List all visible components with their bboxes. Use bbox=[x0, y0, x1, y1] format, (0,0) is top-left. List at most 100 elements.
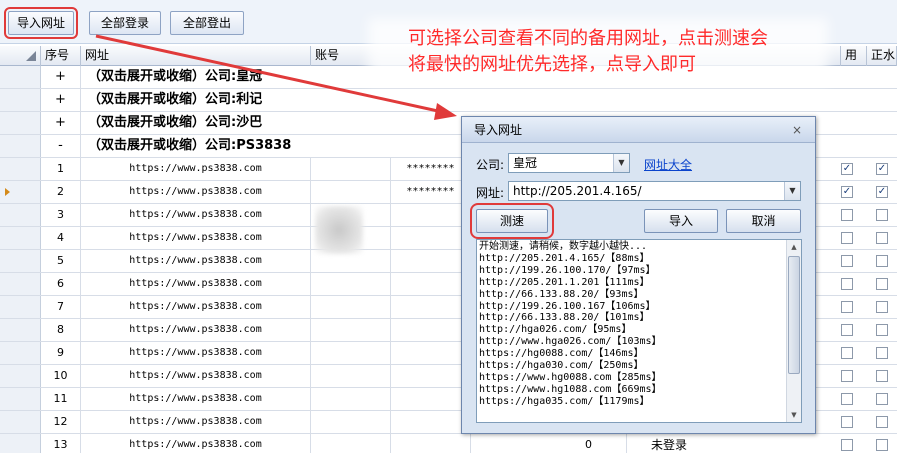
row-account[interactable] bbox=[311, 388, 391, 410]
row-url[interactable]: https://www.ps3838.com bbox=[81, 296, 311, 318]
row-url[interactable]: https://www.ps3838.com bbox=[81, 204, 311, 226]
row-selector[interactable] bbox=[0, 66, 41, 88]
row-password-cell[interactable] bbox=[391, 204, 471, 226]
row-password-cell[interactable] bbox=[391, 365, 471, 387]
use-checkbox[interactable] bbox=[841, 209, 853, 221]
log-scrollbar[interactable]: ▲ ▼ bbox=[786, 240, 801, 422]
row-selector[interactable] bbox=[0, 158, 41, 180]
row-selector[interactable] bbox=[0, 319, 41, 341]
stop-checkbox[interactable] bbox=[876, 209, 888, 221]
use-checkbox[interactable]: ✓ bbox=[841, 163, 853, 175]
chevron-down-icon[interactable]: ▼ bbox=[784, 182, 800, 200]
scroll-up-icon[interactable]: ▲ bbox=[787, 240, 801, 254]
header-stop[interactable]: 正水 bbox=[867, 46, 897, 66]
use-checkbox[interactable] bbox=[841, 439, 853, 451]
logout-all-button[interactable]: 全部登出 bbox=[170, 11, 244, 35]
use-checkbox[interactable] bbox=[841, 324, 853, 336]
row-account[interactable] bbox=[311, 434, 391, 453]
row-selector[interactable] bbox=[0, 411, 41, 433]
row-account[interactable] bbox=[311, 342, 391, 364]
stop-checkbox[interactable]: ✓ bbox=[876, 163, 888, 175]
use-checkbox[interactable]: ✓ bbox=[841, 186, 853, 198]
row-account[interactable] bbox=[311, 296, 391, 318]
row-password-cell[interactable] bbox=[391, 434, 471, 453]
stop-checkbox[interactable] bbox=[876, 278, 888, 290]
expand-toggle[interactable]: + bbox=[41, 89, 81, 111]
row-selector[interactable] bbox=[0, 434, 41, 453]
row-password-cell[interactable] bbox=[391, 342, 471, 364]
use-checkbox[interactable] bbox=[841, 278, 853, 290]
stop-checkbox[interactable] bbox=[876, 232, 888, 244]
cancel-button[interactable]: 取消 bbox=[726, 209, 801, 233]
row-url[interactable]: https://www.ps3838.com bbox=[81, 411, 311, 433]
row-selector[interactable] bbox=[0, 273, 41, 295]
url-directory-link[interactable]: 网址大全 bbox=[644, 156, 692, 173]
row-account[interactable] bbox=[311, 181, 391, 203]
row-account[interactable] bbox=[311, 319, 391, 341]
row-password-cell[interactable] bbox=[391, 227, 471, 249]
close-icon[interactable]: × bbox=[789, 122, 805, 138]
stop-checkbox[interactable] bbox=[876, 347, 888, 359]
row-account[interactable] bbox=[311, 158, 391, 180]
row-password-cell[interactable] bbox=[391, 250, 471, 272]
expand-toggle[interactable]: + bbox=[41, 112, 81, 134]
row-account[interactable] bbox=[311, 365, 391, 387]
row-url[interactable]: https://www.ps3838.com bbox=[81, 158, 311, 180]
row-password-cell[interactable] bbox=[391, 319, 471, 341]
row-selector[interactable] bbox=[0, 365, 41, 387]
group-row[interactable]: + （双击展开或收缩）公司:利记 bbox=[0, 89, 897, 112]
row-url[interactable]: https://www.ps3838.com bbox=[81, 250, 311, 272]
row-account[interactable] bbox=[311, 273, 391, 295]
import-url-button[interactable]: 导入网址 bbox=[4, 7, 78, 39]
speed-test-button[interactable]: 测速 bbox=[470, 203, 554, 239]
row-url[interactable]: https://www.ps3838.com bbox=[81, 273, 311, 295]
row-selector[interactable] bbox=[0, 250, 41, 272]
row-account[interactable] bbox=[311, 411, 391, 433]
row-url[interactable]: https://www.ps3838.com bbox=[81, 365, 311, 387]
row-selector[interactable] bbox=[0, 342, 41, 364]
use-checkbox[interactable] bbox=[841, 255, 853, 267]
row-selector[interactable] bbox=[0, 388, 41, 410]
stop-checkbox[interactable] bbox=[876, 439, 888, 451]
expand-toggle[interactable]: + bbox=[41, 66, 81, 88]
use-checkbox[interactable] bbox=[841, 393, 853, 405]
row-password-cell[interactable] bbox=[391, 296, 471, 318]
header-url[interactable]: 网址 bbox=[81, 46, 311, 66]
speed-test-log[interactable]: 开始测速，请稍候，数字越小越快... http://205.201.4.165/【… bbox=[476, 239, 802, 423]
use-checkbox[interactable] bbox=[841, 370, 853, 382]
table-row[interactable]: 13 https://www.ps3838.com 0 未登录 bbox=[0, 434, 897, 453]
use-checkbox[interactable] bbox=[841, 416, 853, 428]
row-url[interactable]: https://www.ps3838.com bbox=[81, 342, 311, 364]
row-password-cell[interactable] bbox=[391, 388, 471, 410]
import-button[interactable]: 导入 bbox=[644, 209, 718, 233]
row-selector[interactable] bbox=[0, 112, 41, 134]
row-url[interactable]: https://www.ps3838.com bbox=[81, 434, 311, 453]
row-selector[interactable] bbox=[0, 181, 41, 203]
company-select[interactable]: 皇冠 ▼ bbox=[508, 153, 630, 173]
stop-checkbox[interactable] bbox=[876, 324, 888, 336]
row-url[interactable]: https://www.ps3838.com bbox=[81, 388, 311, 410]
row-password-cell[interactable]: ******** bbox=[391, 158, 471, 180]
url-select[interactable]: http://205.201.4.165/ ▼ bbox=[508, 181, 801, 201]
use-checkbox[interactable] bbox=[841, 301, 853, 313]
stop-checkbox[interactable] bbox=[876, 393, 888, 405]
row-selector[interactable] bbox=[0, 296, 41, 318]
row-selector[interactable] bbox=[0, 227, 41, 249]
stop-checkbox[interactable] bbox=[876, 416, 888, 428]
row-selector[interactable] bbox=[0, 89, 41, 111]
row-password-cell[interactable] bbox=[391, 273, 471, 295]
login-all-button[interactable]: 全部登录 bbox=[89, 11, 161, 35]
row-url[interactable]: https://www.ps3838.com bbox=[81, 181, 311, 203]
row-selector[interactable] bbox=[0, 135, 41, 157]
use-checkbox[interactable] bbox=[841, 347, 853, 359]
row-url[interactable]: https://www.ps3838.com bbox=[81, 227, 311, 249]
scroll-down-icon[interactable]: ▼ bbox=[787, 408, 801, 422]
use-checkbox[interactable] bbox=[841, 232, 853, 244]
stop-checkbox[interactable] bbox=[876, 301, 888, 313]
scroll-thumb[interactable] bbox=[788, 256, 800, 374]
header-seq[interactable]: 序号 bbox=[41, 46, 81, 66]
chevron-down-icon[interactable]: ▼ bbox=[613, 154, 629, 172]
row-password-cell[interactable] bbox=[391, 411, 471, 433]
row-password-cell[interactable]: ******** bbox=[391, 181, 471, 203]
stop-checkbox[interactable]: ✓ bbox=[876, 186, 888, 198]
